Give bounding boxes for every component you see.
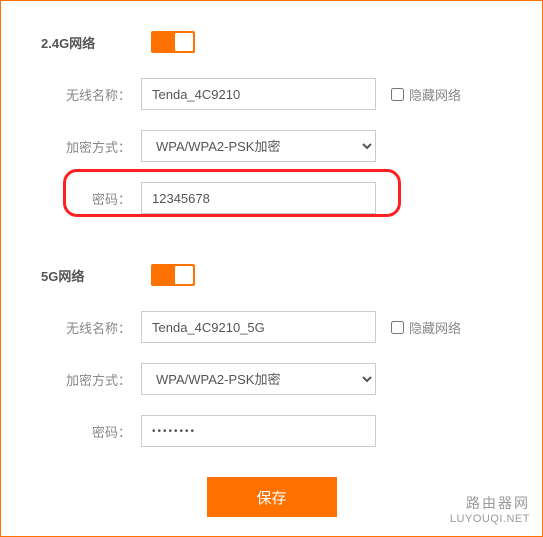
settings-panel: 2.4G网络 无线名称： 隐藏网络 加密方式： WPA/WPA2-PSK加密 密… [0,0,543,537]
label-5g-encryption: 加密方式： [41,370,141,389]
hide-network-5g: 隐藏网络 [391,318,461,337]
toggle-24g[interactable] [151,31,195,53]
checkbox-hide-24g[interactable] [391,88,404,101]
row-24g-password: 密码： [41,182,502,214]
input-5g-password[interactable] [141,415,376,447]
toggle-5g[interactable] [151,264,195,286]
section-title-24g: 2.4G网络 [41,33,141,52]
label-hide-24g: 隐藏网络 [409,85,461,104]
select-24g-encryption[interactable]: WPA/WPA2-PSK加密 [141,130,376,162]
label-24g-encryption: 加密方式： [41,137,141,156]
row-24g-encryption: 加密方式： WPA/WPA2-PSK加密 [41,130,502,162]
label-24g-ssid: 无线名称： [41,85,141,104]
input-5g-ssid[interactable] [141,311,376,343]
label-hide-5g: 隐藏网络 [409,318,461,337]
section-header-5g: 5G网络 [41,264,502,286]
watermark-line1: 路由器网 [450,494,530,512]
watermark: 路由器网 LUYOUQI.NET [450,494,530,526]
row-5g-encryption: 加密方式： WPA/WPA2-PSK加密 [41,363,502,395]
watermark-line2: LUYOUQI.NET [450,512,530,526]
row-24g-ssid: 无线名称： 隐藏网络 [41,78,502,110]
row-5g-ssid: 无线名称： 隐藏网络 [41,311,502,343]
checkbox-hide-5g[interactable] [391,321,404,334]
input-24g-ssid[interactable] [141,78,376,110]
label-5g-password: 密码： [41,422,141,441]
input-24g-password[interactable] [141,182,376,214]
label-24g-password: 密码： [41,189,141,208]
hide-network-24g: 隐藏网络 [391,85,461,104]
section-header-24g: 2.4G网络 [41,31,502,53]
section-title-5g: 5G网络 [41,266,141,285]
label-5g-ssid: 无线名称： [41,318,141,337]
save-button[interactable]: 保存 [207,477,337,517]
select-5g-encryption[interactable]: WPA/WPA2-PSK加密 [141,363,376,395]
row-5g-password: 密码： [41,415,502,447]
